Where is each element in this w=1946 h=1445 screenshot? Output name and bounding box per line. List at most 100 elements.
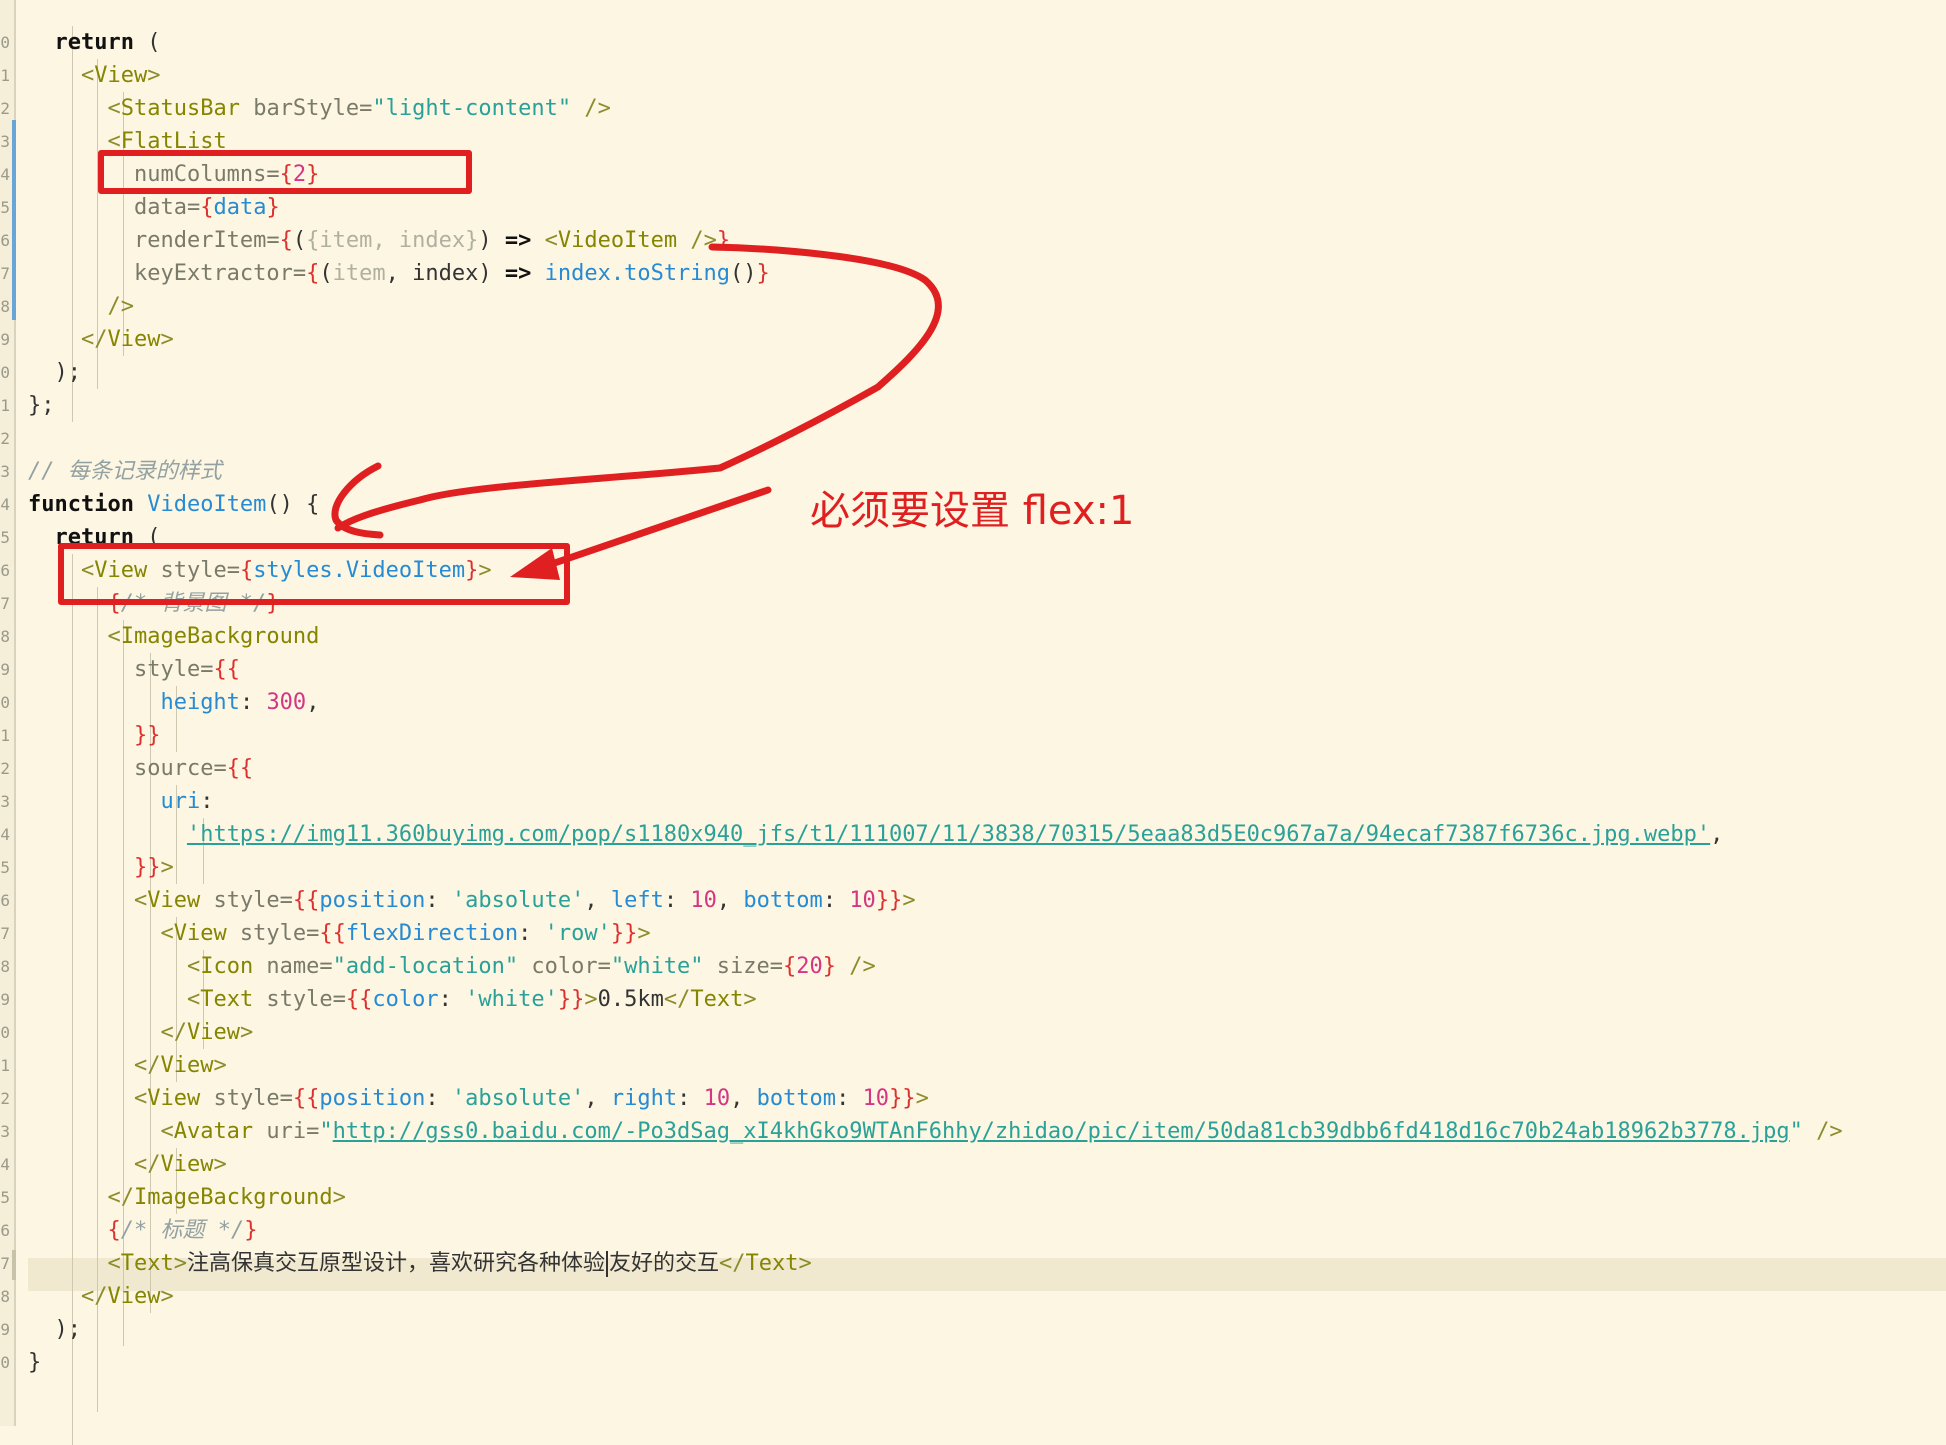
code-token: , <box>584 1086 611 1111</box>
code-token: : <box>239 690 267 715</box>
code-token: barStyle= <box>239 96 373 121</box>
code-token: "light-content" <box>372 96 572 121</box>
code-token: }} <box>610 921 638 946</box>
text-cursor <box>605 1251 608 1277</box>
code-line: 'https://img11.360buyimg.com/pop/s1180x9… <box>28 818 1723 851</box>
code-token: /> <box>677 228 717 253</box>
code-token: position <box>319 888 426 913</box>
code-token: : <box>425 888 452 913</box>
code-line: <View style={styles.VideoItem}> <box>28 554 492 587</box>
code-token: View <box>160 1152 214 1177</box>
code-token: </ <box>80 327 108 352</box>
line-number: 0 <box>0 693 10 712</box>
line-number: 1 <box>0 726 10 745</box>
code-token: < <box>160 1119 174 1144</box>
code-token: View <box>160 1053 214 1078</box>
code-token: } <box>822 954 837 979</box>
code-line: height: 300, <box>28 686 319 719</box>
code-token: left <box>610 888 664 913</box>
code-token: View <box>147 1086 201 1111</box>
line-number: 2 <box>0 1089 10 1108</box>
code-token: 2 <box>292 162 307 187</box>
code-token: : <box>663 888 691 913</box>
code-token: ( <box>319 261 333 286</box>
code-token: }} <box>133 723 161 748</box>
code-token: 友好的交互 <box>608 1251 719 1276</box>
code-token: "add-location" <box>332 954 519 979</box>
code-token: { <box>279 162 293 187</box>
code-token: color= <box>518 954 611 979</box>
line-number: 9 <box>0 660 10 679</box>
code-token: style= <box>133 657 214 682</box>
line-number: 2 <box>0 99 10 118</box>
code-token: ); <box>28 1317 81 1342</box>
line-number: 1 <box>0 396 10 415</box>
code-token: , <box>1710 822 1724 847</box>
code-token: < <box>107 624 121 649</box>
code-line: <View style={{position: 'absolute', righ… <box>28 1082 929 1115</box>
code-token: < <box>186 987 201 1012</box>
code-token: > <box>637 921 651 946</box>
code-line: {/* 背景图 */} <box>28 587 279 620</box>
code-token: ImageBackground <box>133 1185 333 1210</box>
code-token: ( <box>147 525 161 550</box>
code-token: ( <box>147 30 161 55</box>
change-marker <box>12 1250 16 1280</box>
code-token: < <box>133 888 148 913</box>
code-token: Text <box>120 1251 174 1276</box>
code-token: uri= <box>253 1119 320 1144</box>
code-token: size= <box>703 954 784 979</box>
code-token: > <box>160 855 174 880</box>
code-token: renderItem= <box>133 228 280 253</box>
code-line: source={{ <box>28 752 253 785</box>
line-number: 8 <box>0 297 10 316</box>
code-token: data <box>213 195 267 220</box>
code-token: StatusBar <box>120 96 240 121</box>
code-line: }}> <box>28 851 174 884</box>
code-token: </ <box>663 987 691 1012</box>
line-number: 0 <box>0 33 10 52</box>
code-token: position <box>319 1086 426 1111</box>
code-token: style= <box>147 558 240 583</box>
code-token: } <box>244 1218 258 1243</box>
code-line: uri: <box>28 785 213 818</box>
line-number: 9 <box>0 330 10 349</box>
code-token: } <box>756 261 770 286</box>
code-token: source= <box>133 756 227 781</box>
code-token: style= <box>253 987 346 1012</box>
code-line: }} <box>28 719 161 752</box>
code-token: // 每条记录的样式 <box>28 459 222 484</box>
code-token: Text <box>745 1251 799 1276</box>
code-token: < <box>107 1251 121 1276</box>
line-number: 1 <box>0 66 10 85</box>
code-token: } <box>266 591 280 616</box>
code-token: < <box>107 129 121 154</box>
code-line: return ( <box>28 26 160 59</box>
line-number: 6 <box>0 891 10 910</box>
code-token: keyExtractor= <box>133 261 307 286</box>
code-token: 'absolute' <box>451 1086 585 1111</box>
code-token: "white" <box>610 954 704 979</box>
code-line: }; <box>28 389 55 422</box>
code-token: { <box>107 591 121 616</box>
code-token: {item, index} <box>306 228 479 253</box>
code-token: } <box>266 195 280 220</box>
code-token: http://gss0.baidu.com/-Po3dSag_xI4khGko9… <box>332 1119 1790 1144</box>
line-number: 3 <box>0 462 10 481</box>
line-number: 9 <box>0 990 10 1009</box>
code-line: /> <box>28 290 134 323</box>
code-token: View <box>94 558 148 583</box>
code-token: View <box>94 63 148 88</box>
code-line: <Avatar uri="http://gss0.baidu.com/-Po3d… <box>28 1115 1842 1148</box>
code-line: </ImageBackground> <box>28 1181 345 1214</box>
